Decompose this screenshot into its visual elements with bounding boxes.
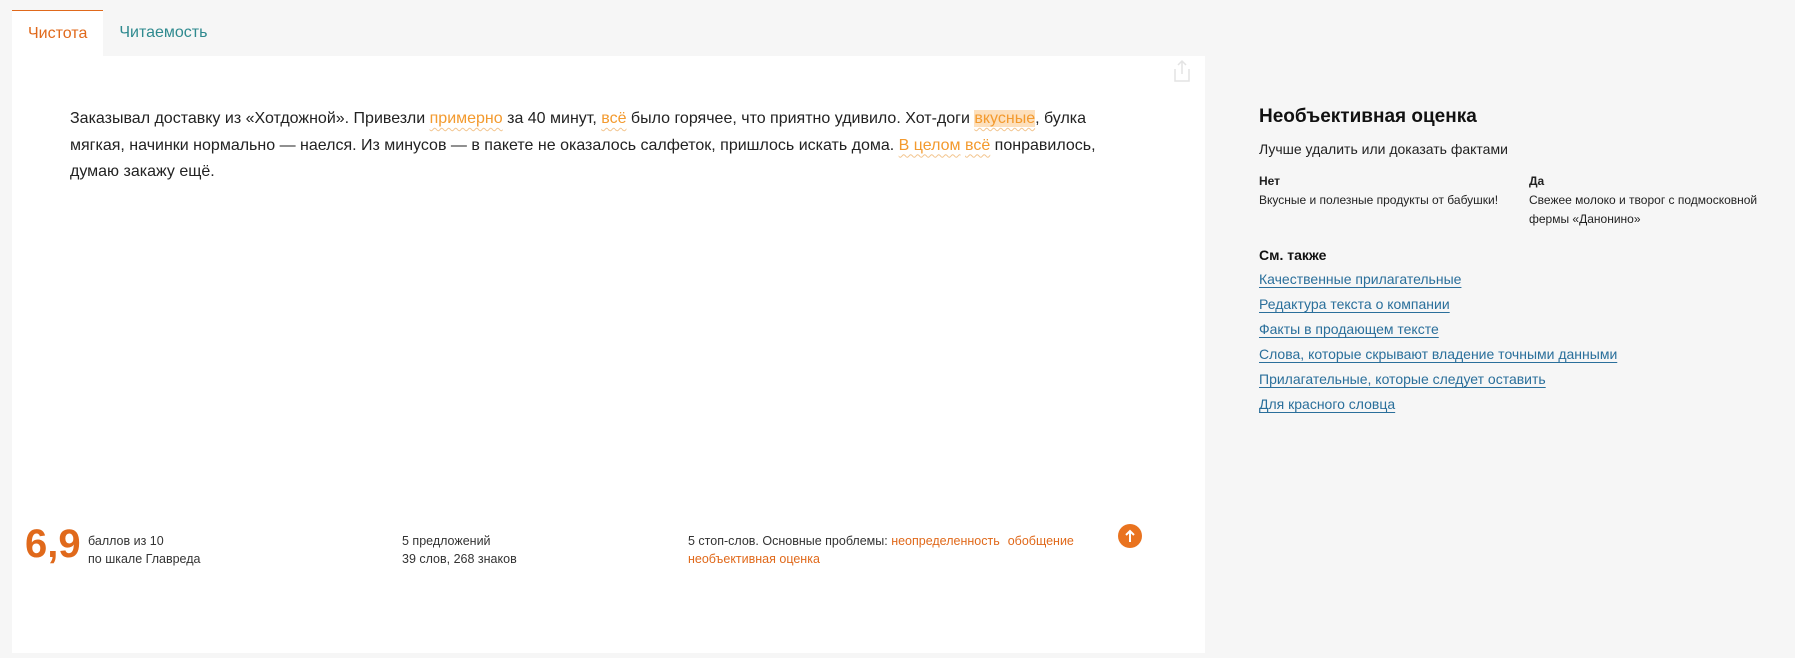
share-icon[interactable] — [1171, 58, 1193, 84]
see-also-link[interactable]: Факты в продающем тексте — [1259, 321, 1779, 338]
panel-subtitle: Лучше удалить или доказать фактами — [1259, 141, 1508, 157]
see-also-title: См. также — [1259, 247, 1327, 263]
highlight-word-active[interactable]: вкусные — [974, 110, 1036, 127]
problem-link-uncertainty[interactable]: неопределенность — [891, 534, 1000, 548]
tab-readability[interactable]: Читаемость — [103, 10, 223, 56]
problem-link-subjective[interactable]: необъективная оценка — [688, 552, 820, 566]
editor-text[interactable]: Заказывал доставку из «Хотдожной». Приве… — [70, 106, 1140, 186]
bad-example-text: Вкусные и полезные продукты от бабушки! — [1259, 193, 1499, 207]
bad-example: Нет Вкусные и полезные продукты от бабуш… — [1259, 172, 1529, 229]
score-line-2: по шкале Главреда — [88, 552, 201, 566]
problems-summary: 5 стоп-слов. Основные проблемы: неопреде… — [688, 532, 1118, 568]
see-also-link[interactable]: Редактура текста о компании — [1259, 296, 1779, 313]
good-example-label: Да — [1529, 174, 1545, 188]
score-value: 6,9 — [25, 522, 81, 566]
good-example: Да Свежее молоко и творог с подмосковной… — [1529, 172, 1779, 229]
good-example-text: Свежее молоко и творог с подмосковной фе… — [1529, 193, 1758, 226]
score-line-1: баллов из 10 — [88, 534, 164, 548]
example-comparison: Нет Вкусные и полезные продукты от бабуш… — [1259, 172, 1779, 229]
see-also-link[interactable]: Для красного словца — [1259, 396, 1779, 413]
arrow-up-icon — [1125, 529, 1135, 542]
see-also-link[interactable]: Качественные прилагательные — [1259, 271, 1779, 288]
highlight-word[interactable]: В целом — [899, 137, 961, 154]
word-count: 39 слов, 268 знаков — [402, 552, 517, 566]
text-stats: 5 предложений 39 слов, 268 знаков — [402, 532, 517, 568]
highlight-word[interactable]: всё — [601, 110, 626, 127]
text-segment: за 40 минут, — [502, 110, 602, 127]
panel-title: Необъективная оценка — [1259, 106, 1477, 127]
explanation-panel: Необъективная оценка Лучше удалить или д… — [1259, 104, 1779, 413]
see-also-link[interactable]: Прилагательные, которые следует оставить — [1259, 371, 1779, 388]
tab-bar: Чистота Читаемость — [12, 10, 223, 56]
see-also-link[interactable]: Слова, которые скрывают владение точными… — [1259, 346, 1779, 363]
sentence-count: 5 предложений — [402, 534, 491, 548]
score-label: баллов из 10 по шкале Главреда — [88, 532, 200, 568]
stopwords-count: 5 стоп-слов. Основные проблемы: — [688, 534, 892, 548]
text-segment: было горячее, что приятно удивило. Хот-д… — [626, 110, 975, 127]
bad-example-label: Нет — [1259, 174, 1281, 188]
tab-clarity[interactable]: Чистота — [12, 10, 104, 56]
problem-link-generalization[interactable]: обобщение — [1008, 534, 1074, 548]
highlight-word[interactable]: примерно — [430, 110, 503, 127]
highlight-word[interactable]: всё — [965, 137, 990, 154]
scroll-up-button[interactable] — [1118, 524, 1142, 548]
text-segment: Заказывал доставку из «Хотдожной». Приве… — [70, 110, 430, 127]
